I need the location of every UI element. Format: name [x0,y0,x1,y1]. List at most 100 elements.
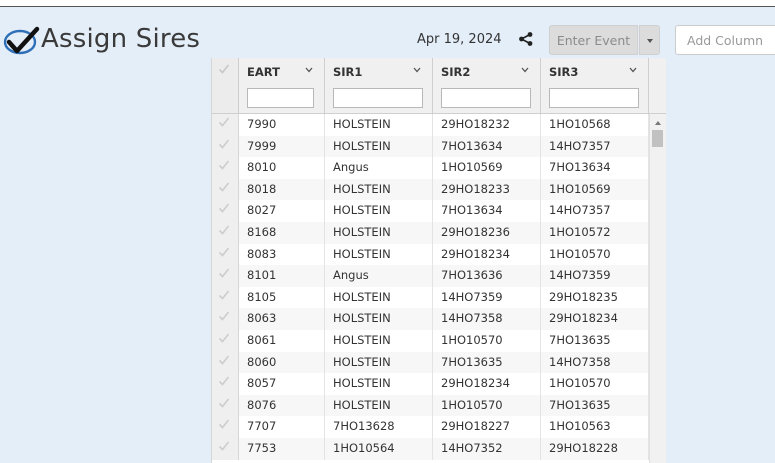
table-cell-sir2[interactable]: 7HO13635 [433,351,541,374]
select-all-check-icon[interactable] [218,63,230,75]
table-cell-sir3[interactable]: 29HO18228 [541,438,649,460]
row-select-cell[interactable] [212,157,239,179]
table-row[interactable]: 8168 HOLSTEIN 29HO18236 1HO10572 [212,222,649,244]
row-check-icon[interactable] [218,181,230,193]
row-select-cell[interactable] [212,308,239,330]
sir3-filter-input[interactable] [549,88,639,108]
table-row[interactable]: 8018 HOLSTEIN 29HO18233 1HO10569 [212,178,649,201]
row-select-cell[interactable] [212,135,239,158]
table-cell-sir3[interactable]: 14HO7357 [541,200,649,222]
table-cell-eart[interactable]: 7707 [239,416,325,438]
table-row[interactable]: 8057 HOLSTEIN 29HO18234 1HO10570 [212,373,649,395]
row-check-icon[interactable] [218,310,230,322]
table-cell-eart[interactable]: 7990 [239,114,325,136]
column-header-eart[interactable]: EART [239,58,325,113]
table-cell-sir2[interactable]: 14HO7358 [433,308,541,330]
table-cell-eart[interactable]: 8061 [239,330,325,352]
table-cell-sir1[interactable]: HOLSTEIN [325,114,433,136]
row-check-icon[interactable] [218,116,230,128]
table-cell-sir3[interactable]: 29HO18235 [541,286,649,309]
table-cell-sir2[interactable]: 7HO13636 [433,265,541,287]
table-cell-sir2[interactable]: 29HO18236 [433,222,541,244]
row-check-icon[interactable] [218,159,230,171]
table-row[interactable]: 7707 7HO13628 29HO18227 1HO10563 [212,416,649,438]
column-header-sir2[interactable]: SIR2 [433,58,541,113]
table-cell-sir3[interactable]: 1HO10570 [541,243,649,266]
row-check-icon[interactable] [218,397,230,409]
add-column-input[interactable] [675,25,775,55]
table-cell-sir3[interactable]: 7HO13635 [541,394,649,417]
row-check-icon[interactable] [218,440,230,452]
table-cell-sir3[interactable]: 1HO10569 [541,178,649,201]
row-check-icon[interactable] [218,418,230,430]
table-cell-eart[interactable]: 8063 [239,308,325,330]
row-select-cell[interactable] [212,394,239,417]
table-cell-sir1[interactable]: HOLSTEIN [325,373,433,395]
table-cell-sir2[interactable]: 7HO13634 [433,135,541,158]
table-row[interactable]: 7990 HOLSTEIN 29HO18232 1HO10568 [212,114,649,136]
sir2-filter-input[interactable] [441,88,531,108]
table-cell-sir1[interactable]: Angus [325,265,433,287]
row-select-cell[interactable] [212,373,239,395]
chevron-down-icon[interactable] [521,67,529,73]
row-check-icon[interactable] [218,354,230,366]
table-cell-sir3[interactable]: 7HO13634 [541,157,649,179]
table-cell-eart[interactable]: 7999 [239,135,325,158]
table-cell-sir1[interactable]: Angus [325,157,433,179]
table-row[interactable]: 8063 HOLSTEIN 14HO7358 29HO18234 [212,308,649,330]
table-row[interactable]: 7999 HOLSTEIN 7HO13634 14HO7357 [212,135,649,158]
table-cell-sir3[interactable]: 14HO7357 [541,135,649,158]
row-select-cell[interactable] [212,438,239,460]
table-cell-eart[interactable]: 8010 [239,157,325,179]
scroll-thumb[interactable] [652,130,663,147]
table-cell-eart[interactable]: 8076 [239,394,325,417]
table-cell-sir2[interactable]: 1HO10569 [433,157,541,179]
table-cell-sir2[interactable]: 1HO10570 [433,330,541,352]
row-select-cell[interactable] [212,243,239,266]
table-cell-sir3[interactable]: 7HO13635 [541,330,649,352]
row-check-icon[interactable] [218,202,230,214]
table-cell-sir2[interactable]: 1HO10570 [433,394,541,417]
table-cell-sir1[interactable]: HOLSTEIN [325,222,433,244]
table-cell-eart[interactable]: 8083 [239,243,325,266]
table-cell-sir2[interactable]: 7HO13634 [433,200,541,222]
row-check-icon[interactable] [218,138,230,150]
chevron-down-icon[interactable] [413,67,421,73]
table-cell-sir3[interactable]: 29HO18234 [541,308,649,330]
row-check-icon[interactable] [218,375,230,387]
table-cell-sir3[interactable]: 1HO10570 [541,373,649,395]
table-cell-sir2[interactable]: 29HO18227 [433,416,541,438]
table-row[interactable]: 8105 HOLSTEIN 14HO7359 29HO18235 [212,286,649,309]
table-cell-sir3[interactable]: 14HO7359 [541,265,649,287]
table-cell-sir3[interactable]: 14HO7358 [541,351,649,374]
table-cell-sir1[interactable]: HOLSTEIN [325,286,433,309]
table-row[interactable]: 8061 HOLSTEIN 1HO10570 7HO13635 [212,330,649,352]
row-check-icon[interactable] [218,224,230,236]
vertical-scrollbar[interactable] [649,114,666,463]
row-select-cell[interactable] [212,114,239,136]
chevron-down-icon[interactable] [305,67,313,73]
table-cell-sir2[interactable]: 14HO7359 [433,286,541,309]
table-cell-sir1[interactable]: 1HO10564 [325,438,433,460]
table-cell-sir1[interactable]: HOLSTEIN [325,351,433,374]
table-row[interactable]: 8027 HOLSTEIN 7HO13634 14HO7357 [212,200,649,222]
row-select-cell[interactable] [212,222,239,244]
row-select-cell[interactable] [212,351,239,374]
table-row[interactable]: 8083 HOLSTEIN 29HO18234 1HO10570 [212,243,649,266]
table-cell-sir1[interactable]: HOLSTEIN [325,394,433,417]
row-check-icon[interactable] [218,267,230,279]
table-cell-eart[interactable]: 8168 [239,222,325,244]
enter-event-dropdown-toggle[interactable] [639,25,660,55]
table-row[interactable]: 8060 HOLSTEIN 7HO13635 14HO7358 [212,351,649,374]
sir1-filter-input[interactable] [333,88,423,108]
table-row[interactable]: 8101 Angus 7HO13636 14HO7359 [212,265,649,287]
column-header-sir1[interactable]: SIR1 [325,58,433,113]
row-select-cell[interactable] [212,286,239,309]
table-cell-sir3[interactable]: 1HO10572 [541,222,649,244]
table-cell-sir1[interactable]: HOLSTEIN [325,243,433,266]
row-select-cell[interactable] [212,265,239,287]
table-cell-eart[interactable]: 8057 [239,373,325,395]
table-cell-sir1[interactable]: HOLSTEIN [325,330,433,352]
row-check-icon[interactable] [218,332,230,344]
table-row[interactable]: 8010 Angus 1HO10569 7HO13634 [212,157,649,179]
